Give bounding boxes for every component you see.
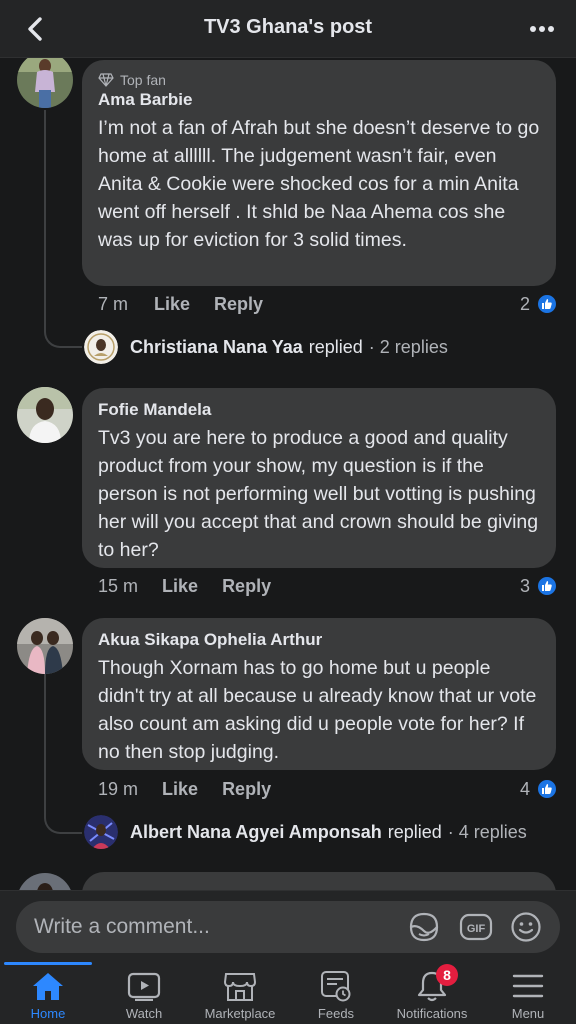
comment-placeholder: Write a comment... [34, 915, 210, 938]
comments-feed[interactable]: Top fan Ama Barbie I’m not a fan of Afra… [0, 58, 576, 890]
tab-label: Notifications [396, 1006, 468, 1021]
comment-bubble[interactable]: Top fan Ama Barbie I’m not a fan of Afra… [82, 60, 556, 286]
marketplace-icon [222, 970, 258, 1002]
tab-menu[interactable]: Menu [480, 962, 576, 1024]
comment-bubble[interactable]: Akua Sikapa Ophelia Arthur Though Xornam… [82, 618, 556, 770]
smiley-icon [511, 912, 541, 942]
tab-label: Marketplace [204, 1006, 276, 1021]
comment-text: Though Xornam has to go home but u peopl… [98, 657, 537, 763]
comment-time: 19 m [98, 778, 139, 799]
more-options-button[interactable] [524, 12, 560, 46]
avatar [84, 330, 118, 364]
home-icon [30, 970, 66, 1002]
comment-bubble[interactable]: Fofie Mandela Tv3 you are here to produc… [82, 388, 556, 568]
tab-label: Watch [125, 1006, 163, 1021]
diamond-icon [98, 73, 114, 87]
ellipsis-icon [530, 26, 554, 32]
tab-label: Menu [511, 1006, 545, 1021]
reaction-number: 4 [519, 778, 530, 799]
reply-text: replied [308, 336, 363, 357]
tab-marketplace[interactable]: Marketplace [192, 962, 288, 1024]
gif-button[interactable]: GIF [458, 909, 494, 945]
page-title: TV3 Ghana's post [203, 16, 373, 38]
reply-author[interactable]: Christiana Nana Yaa [130, 337, 303, 358]
sticker-button[interactable] [406, 909, 442, 945]
reaction-count[interactable]: 4 [520, 777, 558, 801]
comment-bubble[interactable] [82, 872, 556, 890]
reply-text: replied [387, 821, 442, 842]
tab-watch[interactable]: Watch [96, 962, 192, 1024]
tab-label: Feeds [317, 1006, 355, 1021]
top-bar: TV3 Ghana's post [0, 0, 576, 58]
avatar[interactable] [17, 58, 73, 108]
feeds-icon [318, 970, 354, 1002]
comment-actions: 19 m Like Reply [98, 777, 271, 801]
like-reaction-icon [536, 293, 558, 315]
comment-text: Tv3 you are here to produce a good and q… [98, 427, 539, 561]
reaction-number: 2 [519, 293, 530, 314]
avatar[interactable] [17, 618, 73, 674]
like-reaction-icon [536, 778, 558, 800]
reply-preview[interactable]: Christiana Nana Yaa replied · 2 replies [84, 330, 448, 364]
like-reaction-icon [536, 575, 558, 597]
commenter-name[interactable]: Fofie Mandela [98, 400, 540, 420]
tab-feeds[interactable]: Feeds [288, 962, 384, 1024]
bottom-tab-bar: Home Watch Marketplace Feeds 8 Notificat… [0, 962, 576, 1024]
svg-text:GIF: GIF [467, 923, 486, 935]
reply-preview[interactable]: Albert Nana Agyei Amponsah replied · 4 r… [84, 815, 527, 849]
avatar[interactable] [17, 873, 73, 890]
reply-button[interactable]: Reply [222, 576, 271, 597]
reply-button[interactable]: Reply [222, 779, 271, 800]
like-button[interactable]: Like [154, 294, 190, 315]
bell-icon: 8 [414, 964, 458, 1002]
menu-icon [510, 970, 546, 1002]
avatar[interactable] [17, 387, 73, 443]
reply-count: · 2 replies [368, 336, 448, 357]
gif-icon: GIF [459, 913, 493, 941]
active-tab-indicator [4, 962, 92, 965]
like-button[interactable]: Like [162, 576, 198, 597]
thread-line [44, 674, 82, 834]
reply-author[interactable]: Albert Nana Agyei Amponsah [130, 822, 382, 843]
commenter-name[interactable]: Ama Barbie [98, 90, 540, 110]
commenter-name[interactable]: Akua Sikapa Ophelia Arthur [98, 630, 540, 650]
comment-time: 7 m [98, 293, 129, 314]
reaction-count[interactable]: 3 [520, 574, 558, 598]
like-button[interactable]: Like [162, 779, 198, 800]
reply-button[interactable]: Reply [214, 294, 263, 315]
emoji-button[interactable] [508, 909, 544, 945]
comment-composer: Write a comment... GIF [0, 890, 576, 962]
tab-label: Home [30, 1006, 66, 1021]
comment-actions: 7 m Like Reply [98, 292, 263, 316]
comment-text: I’m not a fan of Afrah but she doesn’t d… [98, 117, 540, 251]
reply-count: · 4 replies [447, 821, 527, 842]
comment-input[interactable]: Write a comment... GIF [16, 901, 560, 953]
top-fan-badge: Top fan [98, 72, 540, 88]
thread-line [44, 110, 82, 348]
comment-time: 15 m [98, 575, 139, 596]
sticker-icon [409, 912, 439, 942]
badge-label: Top fan [120, 72, 166, 88]
reaction-count[interactable]: 2 [520, 292, 558, 316]
watch-icon [126, 970, 162, 1002]
tab-home[interactable]: Home [0, 962, 96, 1024]
comment-actions: 15 m Like Reply [98, 574, 271, 598]
avatar [84, 815, 118, 849]
notification-badge: 8 [436, 964, 458, 986]
tab-notifications[interactable]: 8 Notifications [384, 962, 480, 1024]
reaction-number: 3 [519, 575, 530, 596]
